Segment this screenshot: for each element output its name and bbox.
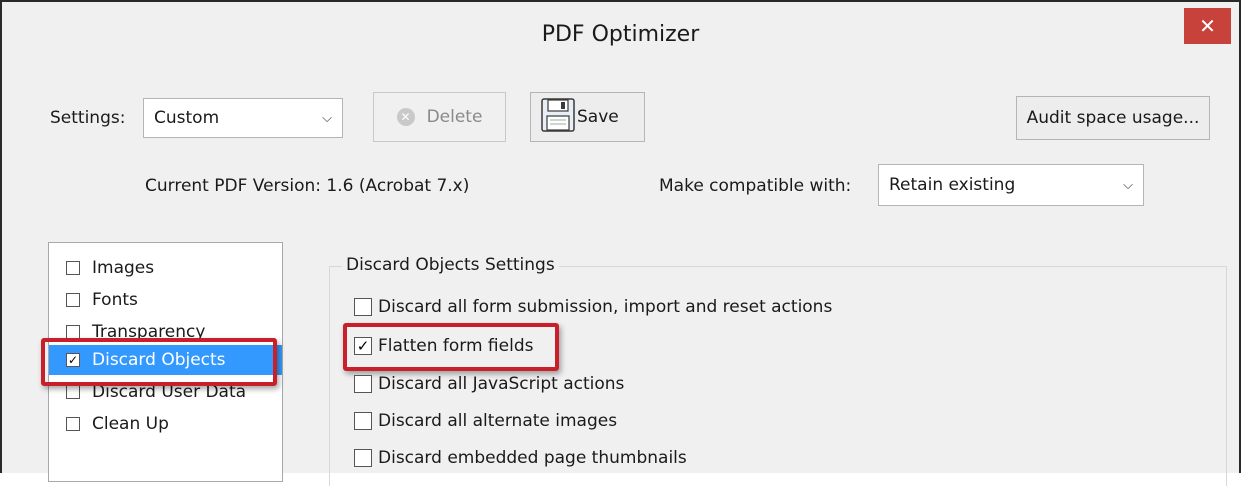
option-discard-form-actions[interactable]: Discard all form submission, import and … — [354, 294, 832, 320]
option-checkbox[interactable] — [354, 375, 372, 393]
delete-button[interactable]: ✕ Delete — [373, 92, 506, 142]
option-label: Discard all JavaScript actions — [378, 374, 625, 394]
list-item-label: Discard Objects — [92, 350, 226, 370]
list-item-label: Clean Up — [92, 414, 169, 434]
clean-up-checkbox[interactable] — [66, 417, 80, 431]
discard-user-data-checkbox[interactable] — [66, 385, 80, 399]
option-label: Discard all form submission, import and … — [378, 297, 833, 317]
floppy-disk-icon — [541, 97, 575, 137]
list-item-label: Images — [92, 258, 155, 278]
chevron-down-icon: ⌵ — [322, 110, 332, 126]
title-bar: PDF Optimizer ✕ — [2, 2, 1239, 76]
list-item-images[interactable]: Images — [49, 253, 282, 283]
images-checkbox[interactable] — [66, 261, 80, 275]
group-title: Discard Objects Settings — [342, 255, 559, 275]
list-item-label: Fonts — [92, 290, 138, 310]
option-discard-alternate-images[interactable]: Discard all alternate images — [354, 408, 617, 434]
list-item-fonts[interactable]: Fonts — [49, 285, 282, 315]
pdf-optimizer-dialog: PDF Optimizer ✕ Settings: Custom ⌵ ✕ Del… — [0, 0, 1241, 486]
category-list: Images Fonts Transparency ✓ Discard Obje… — [48, 242, 283, 482]
transparency-checkbox[interactable] — [66, 325, 80, 339]
compatibility-value: Retain existing — [889, 175, 1016, 195]
delete-label: Delete — [426, 107, 483, 127]
save-button[interactable]: Save — [530, 92, 645, 142]
list-item-label: Discard User Data — [92, 382, 247, 402]
option-discard-page-thumbnails[interactable]: Discard embedded page thumbnails — [354, 445, 687, 471]
option-checkbox[interactable]: ✓ — [354, 337, 372, 355]
current-pdf-version: Current PDF Version: 1.6 (Acrobat 7.x) — [145, 176, 470, 196]
option-label: Discard all alternate images — [378, 411, 618, 431]
option-label: Flatten form fields — [378, 336, 534, 356]
list-item-label: Transparency — [92, 322, 206, 342]
list-item-discard-objects[interactable]: ✓ Discard Objects — [49, 345, 282, 375]
option-checkbox[interactable] — [354, 298, 372, 316]
option-checkbox[interactable] — [354, 412, 372, 430]
discard-objects-checkbox[interactable]: ✓ — [66, 353, 80, 367]
list-item-discard-user-data[interactable]: Discard User Data — [49, 377, 282, 407]
delete-icon: ✕ — [396, 108, 415, 126]
settings-dropdown[interactable]: Custom ⌵ — [143, 98, 343, 138]
option-discard-javascript[interactable]: Discard all JavaScript actions — [354, 371, 624, 397]
close-button[interactable]: ✕ — [1184, 8, 1231, 44]
audit-label: Audit space usage... — [1026, 108, 1200, 128]
dialog-title: PDF Optimizer — [541, 22, 700, 47]
option-flatten-form-fields[interactable]: ✓ Flatten form fields — [354, 333, 533, 359]
list-item-transparency[interactable]: Transparency — [49, 317, 282, 347]
compatibility-label: Make compatible with: — [659, 176, 852, 196]
settings-value: Custom — [154, 108, 220, 128]
save-label: Save — [577, 107, 619, 127]
compatibility-dropdown[interactable]: Retain existing ⌵ — [878, 164, 1144, 206]
audit-space-usage-button[interactable]: Audit space usage... — [1016, 96, 1210, 140]
settings-label: Settings: — [50, 108, 126, 128]
fonts-checkbox[interactable] — [66, 293, 80, 307]
option-checkbox[interactable] — [354, 449, 372, 467]
option-label: Discard embedded page thumbnails — [378, 448, 687, 468]
chevron-down-icon: ⌵ — [1123, 177, 1133, 193]
list-item-clean-up[interactable]: Clean Up — [49, 409, 282, 439]
close-icon: ✕ — [1199, 14, 1216, 38]
